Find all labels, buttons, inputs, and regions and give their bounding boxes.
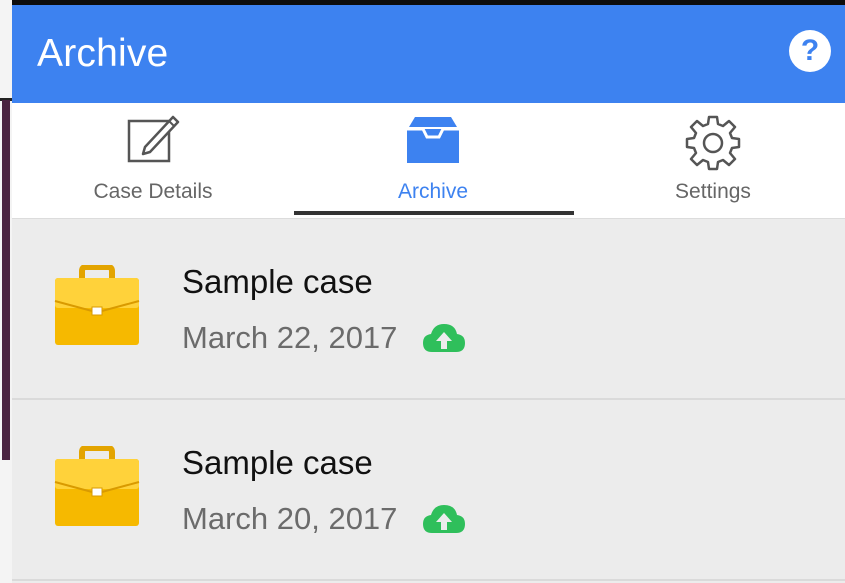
case-title: Sample case (182, 444, 373, 481)
gear-icon (681, 111, 745, 180)
case-date: March 20, 2017 (182, 501, 398, 536)
screen-edge-left (0, 0, 12, 583)
briefcase-icon (54, 445, 140, 533)
tab-bar: Case Details Archive Settings (12, 103, 845, 219)
tab-archive[interactable]: Archive (294, 103, 572, 218)
case-list: Sample case March 22, 2017 Sample case M… (12, 219, 845, 581)
help-button[interactable]: ? (789, 30, 831, 72)
help-icon: ? (800, 34, 820, 67)
case-row[interactable]: Sample case March 22, 2017 (12, 219, 845, 400)
case-date: March 22, 2017 (182, 320, 398, 355)
archive-app: Archive ? Case Details Archive Settings … (12, 5, 845, 583)
case-title: Sample case (182, 263, 373, 300)
cloud-upload-icon (422, 322, 466, 359)
case-row[interactable]: Sample case March 20, 2017 (12, 400, 845, 581)
tab-label: Case Details (93, 180, 213, 203)
tab-settings[interactable]: Settings (574, 103, 845, 218)
tab-case-details[interactable]: Case Details (14, 103, 292, 218)
edit-icon (121, 111, 185, 176)
active-tab-indicator (294, 211, 574, 215)
page-title: Archive (37, 32, 169, 75)
tab-label: Archive (397, 180, 469, 203)
briefcase-icon (54, 264, 140, 352)
archive-icon (401, 111, 465, 176)
cloud-upload-icon (422, 503, 466, 540)
app-bar: Archive ? (12, 5, 845, 103)
background-window-strip (2, 100, 10, 460)
tab-label: Settings (675, 180, 751, 203)
